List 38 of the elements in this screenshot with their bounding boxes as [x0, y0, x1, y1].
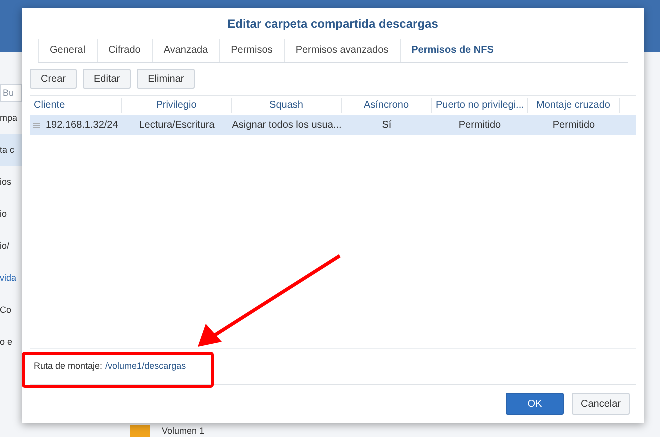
mount-path-label: Ruta de montaje:	[34, 360, 103, 373]
toolbar-button[interactable]: Eliminar	[137, 69, 196, 89]
tab[interactable]: Permisos de NFS	[400, 39, 505, 62]
tab[interactable]: Avanzada	[152, 39, 220, 62]
tab[interactable]: Permisos	[219, 39, 284, 62]
sidebar-item[interactable]: vida	[0, 262, 22, 294]
toolbar-button[interactable]: Crear	[30, 69, 78, 89]
sidebar-item[interactable]: ta c	[0, 134, 22, 166]
volume-icon	[130, 425, 150, 437]
table-cell-text: Sí	[382, 118, 392, 132]
column-header[interactable]: Privilegio	[122, 98, 232, 113]
sidebar-item[interactable]: Co	[0, 294, 22, 326]
column-header[interactable]: Montaje cruzado	[528, 98, 620, 113]
table-cell-text: Asignar todos los usua...	[232, 118, 342, 132]
tab[interactable]: Cifrado	[96, 39, 152, 62]
tab[interactable]: Permisos avanzados	[284, 39, 400, 62]
sidebar-item[interactable]: mpa	[0, 102, 22, 134]
sidebar-item[interactable]: ios	[0, 166, 22, 198]
drag-handle-icon[interactable]	[33, 122, 40, 128]
cancel-button[interactable]: Cancelar	[572, 393, 630, 415]
column-header[interactable]: Cliente	[30, 98, 122, 113]
table-cell-text: Permitido	[458, 118, 502, 132]
table-cell-text: Permitido	[552, 118, 596, 132]
dialog-title: Editar carpeta compartida descargas	[226, 16, 440, 33]
table-cell-text: Lectura/Escritura	[139, 118, 215, 132]
ok-button[interactable]: OK	[506, 393, 564, 415]
column-header[interactable]: Puerto no privilegi...	[432, 98, 528, 113]
table-cell-text: 192.168.1.32/24	[46, 118, 118, 132]
column-header[interactable]: Squash	[232, 98, 342, 113]
tab[interactable]: General	[38, 39, 97, 62]
column-header[interactable]: Asíncrono	[342, 98, 432, 113]
sidebar-item[interactable]: o e	[0, 326, 22, 358]
sidebar-item[interactable]: io	[0, 198, 22, 230]
mount-path-value: /volume1/descargas	[106, 360, 186, 373]
table-row[interactable]: 192.168.1.32/24 Lectura/Escritura Asignar todos los usua... Sí Permitido Permitido	[30, 115, 636, 135]
toolbar-button[interactable]: Editar	[83, 69, 132, 89]
volume-label: Volumen 1	[162, 426, 205, 436]
sidebar-item[interactable]: io/	[0, 230, 22, 262]
